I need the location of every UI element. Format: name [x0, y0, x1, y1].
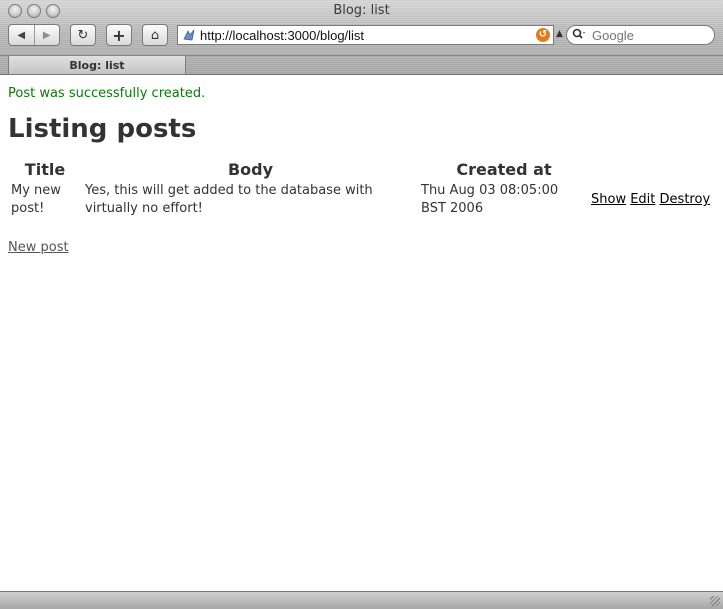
tab-blog-list[interactable]: Blog: list [8, 56, 186, 75]
plus-icon: + [112, 25, 126, 45]
forward-button[interactable]: ▶ [33, 25, 60, 45]
back-arrow-icon: ◀ [17, 29, 26, 41]
status-bar [0, 591, 723, 609]
window-title: Blog: list [333, 3, 390, 18]
address-dropdown-icon[interactable]: ▲ [556, 29, 563, 39]
column-header-body: Body [227, 160, 274, 179]
resize-grip-icon[interactable] [710, 596, 720, 606]
edit-link[interactable]: Edit [630, 192, 655, 207]
reload-icon: ↻ [77, 27, 89, 43]
column-header-created-at: Created at [456, 160, 552, 179]
new-post-link[interactable]: New post [8, 240, 69, 255]
tab-bar: Blog: list [0, 55, 723, 75]
show-link[interactable]: Show [591, 192, 626, 207]
post-title-cell: My new post! [11, 183, 61, 216]
home-icon: ⌂ [150, 27, 160, 43]
snapback-icon[interactable]: ↺ [536, 28, 550, 42]
url-input[interactable] [200, 27, 536, 43]
reload-button[interactable]: ↻ [70, 24, 96, 46]
row-actions: Show Edit Destroy [591, 192, 710, 207]
column-header-title: Title [24, 160, 66, 179]
post-created-at-cell: Thu Aug 03 08:05:00 BST 2006 [421, 183, 559, 216]
destroy-link[interactable]: Destroy [660, 192, 711, 207]
flash-notice: Post was successfully created. [8, 86, 206, 101]
search-box[interactable] [566, 25, 715, 45]
address-bar[interactable]: ↺ [177, 25, 554, 45]
browser-chrome: Blog: list ◀ ▶ ↻ + ⌂ ↺ ▲ Blog: list [0, 0, 723, 75]
post-body-cell: Yes, this will get added to the database… [85, 183, 373, 216]
back-button[interactable]: ◀ [9, 25, 34, 45]
add-bookmark-button[interactable]: + [106, 24, 132, 46]
site-favicon-icon [182, 28, 196, 42]
search-input[interactable] [590, 26, 700, 44]
home-button[interactable]: ⌂ [142, 24, 168, 46]
page-content: Post was successfully created. Listing p… [0, 76, 723, 591]
forward-arrow-icon: ▶ [42, 29, 51, 41]
back-forward-buttons: ◀ ▶ [8, 24, 60, 46]
page-title: Listing posts [8, 114, 197, 144]
search-icon[interactable] [572, 28, 586, 43]
